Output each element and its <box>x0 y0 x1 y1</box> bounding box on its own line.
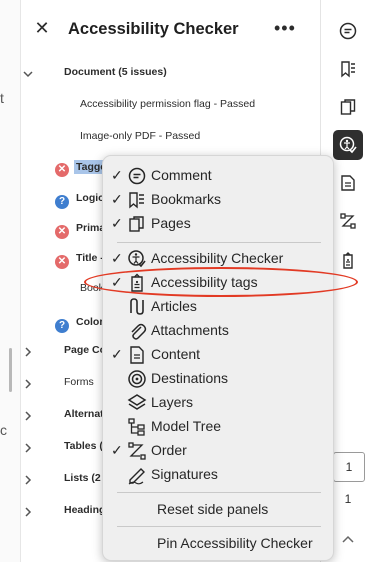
bookmarks-icon <box>129 192 144 209</box>
menu-item-label: Content <box>151 346 201 362</box>
help-icon: ? <box>55 319 69 333</box>
checkmark-icon: ✓ <box>111 250 123 266</box>
menu-item-label: Attachments <box>151 322 229 338</box>
signatures-icon <box>128 468 145 485</box>
failed-icon: ✕ <box>55 163 69 177</box>
content-icon <box>130 346 144 364</box>
panel-title: Accessibility Checker <box>68 20 239 38</box>
accessibility-checker-icon[interactable] <box>333 130 363 160</box>
menu-separator <box>117 492 321 493</box>
menu-item-pages[interactable]: ✓ Pages <box>103 212 333 236</box>
checkmark-icon: ✓ <box>111 442 123 458</box>
chevron-down-icon[interactable] <box>22 68 34 80</box>
accessibility-checker-icon <box>128 250 146 268</box>
menu-item-label: Pin Accessibility Checker <box>157 535 313 551</box>
menu-item-label: Articles <box>151 298 197 314</box>
menu-item-label: Bookmarks <box>151 191 222 207</box>
pages-icon <box>129 216 144 232</box>
menu-item-destinations[interactable]: Destinations <box>103 367 333 391</box>
tree-item-label: Prima <box>76 222 106 234</box>
tree-item-label: Forms <box>64 376 94 388</box>
chevron-right-icon[interactable] <box>22 442 34 454</box>
menu-item-label: Order <box>151 442 187 458</box>
menu-item-label: Model Tree <box>151 418 222 434</box>
accessibility-tags-icon[interactable] <box>333 246 363 276</box>
checkmark-icon: ✓ <box>111 191 123 207</box>
tree-item-label: Accessibility permission flag - Passed <box>80 98 256 110</box>
tree-item-label: Image-only PDF - Passed <box>80 130 201 142</box>
menu-item-bookmarks[interactable]: ✓ Bookmarks <box>103 188 333 212</box>
checkmark-icon: ✓ <box>111 215 123 231</box>
tree-row-item[interactable]: Image-only PDF - Passed <box>20 126 320 154</box>
menu-item-label: Destinations <box>151 370 229 386</box>
menu-item-label: Reset side panels <box>157 501 269 517</box>
menu-item-attachments[interactable]: Attachments <box>103 319 333 343</box>
menu-item-comment[interactable]: ✓ Comment <box>103 164 333 188</box>
chevron-right-icon[interactable] <box>22 378 34 390</box>
bookmarks-icon[interactable] <box>333 54 363 84</box>
menu-item-articles[interactable]: Articles <box>103 295 333 319</box>
document-text-fragment: c <box>0 422 7 438</box>
pin-accessibility-checker-button[interactable]: Pin Accessibility Checker <box>103 532 333 556</box>
tree-item-label: Color <box>76 316 104 328</box>
tree-item-label: Alternat <box>64 408 104 420</box>
menu-separator <box>117 526 321 527</box>
document-edge <box>0 0 21 562</box>
order-icon <box>128 442 146 460</box>
document-text-fragment: t <box>0 90 4 106</box>
comment-icon <box>128 167 146 185</box>
panel-resize-handle[interactable] <box>9 348 12 392</box>
failed-icon: ✕ <box>55 255 69 269</box>
annotation-highlight-ellipse <box>84 267 358 297</box>
chevron-up-icon[interactable] <box>339 532 357 546</box>
page-number-input[interactable]: 1 <box>333 452 365 482</box>
menu-item-signatures[interactable]: Signatures <box>103 463 333 487</box>
side-panels-menu: ✓ Comment ✓ Bookmarks ✓ Pages ✓ Accessib… <box>102 155 334 561</box>
menu-item-label: Pages <box>151 215 191 231</box>
tree-item-label: Lists (2 i <box>64 472 107 484</box>
content-icon[interactable] <box>333 168 363 198</box>
more-options-icon[interactable]: ••• <box>274 18 296 39</box>
menu-item-label: Signatures <box>151 466 218 482</box>
panel-header: ✕ Accessibility Checker ••• <box>20 0 320 56</box>
tree-item-label: Title - <box>76 252 104 264</box>
tree-row-item[interactable]: Accessibility permission flag - Passed <box>20 94 320 122</box>
menu-item-order[interactable]: ✓ Order <box>103 439 333 463</box>
checkmark-icon: ✓ <box>111 346 123 362</box>
comment-icon[interactable] <box>333 16 363 46</box>
checkmark-icon: ✓ <box>111 167 123 183</box>
menu-item-label: Layers <box>151 394 194 410</box>
menu-item-layers[interactable]: Layers <box>103 391 333 415</box>
tree-row-document[interactable]: Document (5 issues) <box>20 62 320 90</box>
tree-item-label: Heading <box>64 504 106 516</box>
chevron-right-icon[interactable] <box>22 346 34 358</box>
close-icon[interactable]: ✕ <box>34 19 50 37</box>
menu-item-label: Accessibility Checker <box>151 250 284 266</box>
order-icon[interactable] <box>333 206 363 236</box>
menu-item-label: Comment <box>151 167 212 183</box>
menu-item-model-tree[interactable]: Model Tree <box>103 415 333 439</box>
menu-item-content[interactable]: ✓ Content <box>103 343 333 367</box>
help-icon: ? <box>55 195 69 209</box>
page-total: 1 <box>344 492 352 506</box>
articles-icon <box>130 298 144 315</box>
model-tree-icon <box>128 418 145 436</box>
reset-side-panels-button[interactable]: Reset side panels <box>103 498 333 522</box>
chevron-right-icon[interactable] <box>22 506 34 518</box>
pages-icon[interactable] <box>333 92 363 122</box>
chevron-right-icon[interactable] <box>22 410 34 422</box>
failed-icon: ✕ <box>55 225 69 239</box>
document-label: Document (5 issues) <box>64 66 167 78</box>
menu-separator <box>117 242 321 243</box>
layers-icon <box>127 394 147 410</box>
chevron-right-icon[interactable] <box>22 474 34 486</box>
destinations-icon <box>128 370 146 388</box>
attachments-icon <box>131 323 147 340</box>
